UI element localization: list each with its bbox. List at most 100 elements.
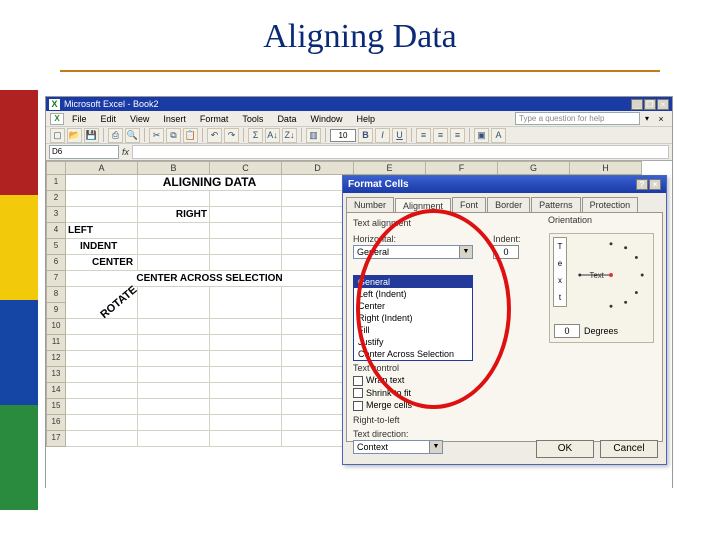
cell[interactable]: [138, 223, 210, 239]
cell[interactable]: [66, 207, 138, 223]
col-header[interactable]: D: [282, 161, 354, 175]
cell[interactable]: [210, 335, 282, 351]
col-header[interactable]: G: [498, 161, 570, 175]
redo-icon[interactable]: ↷: [224, 128, 239, 143]
cell[interactable]: [66, 191, 138, 207]
ok-button[interactable]: OK: [536, 440, 594, 458]
list-item[interactable]: Center Across Selection: [354, 348, 472, 360]
cell[interactable]: [138, 431, 210, 447]
cell[interactable]: [138, 239, 210, 255]
menu-help[interactable]: Help: [350, 114, 381, 124]
cell[interactable]: [66, 175, 138, 191]
fx-icon[interactable]: fx: [122, 147, 129, 157]
bold-icon[interactable]: B: [358, 128, 373, 143]
menu-data[interactable]: Data: [271, 114, 302, 124]
chart-icon[interactable]: ▥: [306, 128, 321, 143]
align-right-icon[interactable]: ≡: [450, 128, 465, 143]
cell-center[interactable]: CENTER: [66, 255, 138, 271]
cell[interactable]: [138, 319, 210, 335]
list-item[interactable]: Fill: [354, 324, 472, 336]
cell[interactable]: [66, 383, 138, 399]
align-center-icon[interactable]: ≡: [433, 128, 448, 143]
col-header[interactable]: F: [426, 161, 498, 175]
cell[interactable]: [138, 255, 210, 271]
cell-right[interactable]: RIGHT: [138, 207, 210, 223]
cell[interactable]: [210, 303, 282, 319]
save-icon[interactable]: 💾: [84, 128, 99, 143]
cell[interactable]: [210, 239, 282, 255]
row-header[interactable]: 15: [46, 399, 66, 415]
open-icon[interactable]: 📂: [67, 128, 82, 143]
menu-file[interactable]: File: [66, 114, 93, 124]
menu-edit[interactable]: Edit: [95, 114, 123, 124]
tab-alignment[interactable]: Alignment: [395, 198, 451, 213]
orientation-dial[interactable]: Text: [572, 236, 650, 314]
cell[interactable]: [210, 351, 282, 367]
tab-protection[interactable]: Protection: [582, 197, 639, 212]
font-size-input[interactable]: 10: [330, 129, 356, 142]
cell-left[interactable]: LEFT: [66, 223, 138, 239]
cell-title[interactable]: ALIGNING DATA: [138, 175, 282, 191]
sort-asc-icon[interactable]: A↓: [265, 128, 280, 143]
menu-tools[interactable]: Tools: [236, 114, 269, 124]
help-search-input[interactable]: Type a question for help: [515, 112, 640, 125]
preview-icon[interactable]: 🔍: [125, 128, 140, 143]
row-header[interactable]: 16: [46, 415, 66, 431]
orientation-vertical[interactable]: T e x t: [553, 237, 567, 307]
col-header[interactable]: E: [354, 161, 426, 175]
menu-format[interactable]: Format: [194, 114, 235, 124]
cell[interactable]: [210, 223, 282, 239]
row-header[interactable]: 4: [46, 223, 66, 239]
list-item[interactable]: Right (Indent): [354, 312, 472, 324]
cell[interactable]: [210, 255, 282, 271]
merge-checkbox[interactable]: [353, 401, 363, 411]
cell[interactable]: [138, 335, 210, 351]
cell[interactable]: [138, 367, 210, 383]
cell[interactable]: [138, 303, 210, 319]
cell[interactable]: [138, 351, 210, 367]
restore-button[interactable]: ❐: [644, 99, 656, 110]
cell[interactable]: [66, 399, 138, 415]
row-header[interactable]: 5: [46, 239, 66, 255]
cell[interactable]: [66, 335, 138, 351]
new-icon[interactable]: ▢: [50, 128, 65, 143]
list-item[interactable]: Justify: [354, 336, 472, 348]
align-left-icon[interactable]: ≡: [416, 128, 431, 143]
row-header[interactable]: 11: [46, 335, 66, 351]
close-button[interactable]: ×: [657, 99, 669, 110]
copy-icon[interactable]: ⧉: [166, 128, 181, 143]
italic-icon[interactable]: I: [375, 128, 390, 143]
dialog-help-button[interactable]: ?: [636, 179, 648, 190]
col-header[interactable]: C: [210, 161, 282, 175]
list-item[interactable]: Left (Indent): [354, 288, 472, 300]
cell[interactable]: [210, 431, 282, 447]
col-header[interactable]: H: [570, 161, 642, 175]
cell[interactable]: [66, 431, 138, 447]
cell[interactable]: [66, 319, 138, 335]
menu-window[interactable]: Window: [304, 114, 348, 124]
cancel-button[interactable]: Cancel: [600, 440, 658, 458]
minimize-button[interactable]: _: [631, 99, 643, 110]
cell[interactable]: [210, 415, 282, 431]
menu-insert[interactable]: Insert: [157, 114, 192, 124]
row-header[interactable]: 9: [46, 303, 66, 319]
cell[interactable]: [66, 415, 138, 431]
sort-desc-icon[interactable]: Z↓: [282, 128, 297, 143]
row-header[interactable]: 10: [46, 319, 66, 335]
row-header[interactable]: 12: [46, 351, 66, 367]
wrap-text-checkbox[interactable]: [353, 376, 363, 386]
cut-icon[interactable]: ✂: [149, 128, 164, 143]
cell[interactable]: [138, 191, 210, 207]
row-header[interactable]: 1: [46, 175, 66, 191]
menu-view[interactable]: View: [124, 114, 155, 124]
row-header[interactable]: 7: [46, 271, 66, 287]
cell[interactable]: [210, 367, 282, 383]
tab-border[interactable]: Border: [487, 197, 530, 212]
horizontal-dropdown[interactable]: General ▼: [353, 245, 473, 259]
fill-color-icon[interactable]: ▣: [474, 128, 489, 143]
cell[interactable]: [210, 207, 282, 223]
tab-number[interactable]: Number: [346, 197, 394, 212]
row-header[interactable]: 3: [46, 207, 66, 223]
cell[interactable]: [210, 383, 282, 399]
underline-icon[interactable]: U: [392, 128, 407, 143]
